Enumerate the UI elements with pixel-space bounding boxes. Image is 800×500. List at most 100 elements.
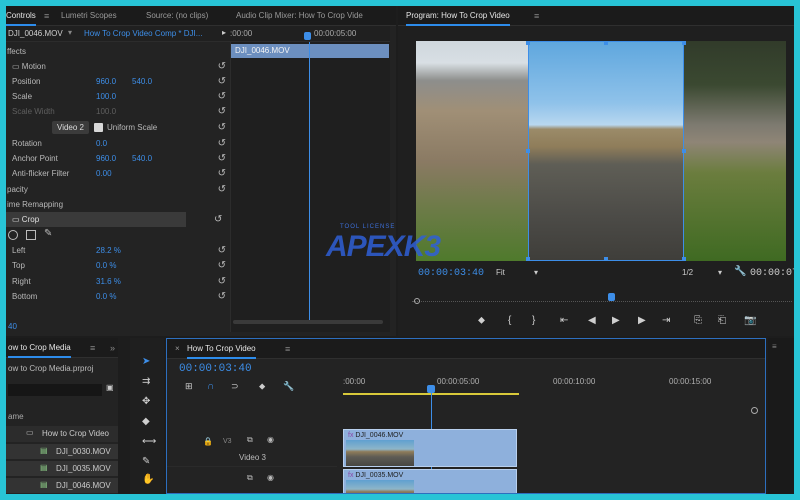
- crop-left-value[interactable]: 28.2 %: [96, 243, 121, 258]
- timeline-clip[interactable]: fx DJI_0035.MOV: [343, 469, 517, 493]
- go-to-out-icon[interactable]: ⇥: [662, 315, 670, 326]
- menu-icon[interactable]: ≡: [90, 338, 95, 358]
- reset-icon[interactable]: ↺: [218, 59, 226, 74]
- timeline-ruler[interactable]: :00:00 00:00:05:00 00:00:10:00 00:00:15:…: [343, 365, 763, 395]
- crop-handle[interactable]: [526, 149, 530, 153]
- reset-icon[interactable]: ↺: [218, 289, 226, 304]
- uniform-scale-checkbox[interactable]: [94, 123, 103, 132]
- list-item[interactable]: ▤ DJI_0035.MOV: [6, 461, 118, 476]
- time-remapping-row[interactable]: ime Remapping: [6, 197, 230, 212]
- timeline-timecode[interactable]: 00:00:03:40: [179, 363, 252, 375]
- tab-sequence[interactable]: How To Crop Video: [187, 339, 256, 359]
- step-forward-icon[interactable]: ▶: [638, 315, 646, 326]
- step-back-icon[interactable]: ◀: [588, 315, 596, 326]
- crop-handle[interactable]: [682, 149, 686, 153]
- camera-icon[interactable]: 📷: [744, 315, 756, 326]
- menu-icon[interactable]: ≡: [44, 6, 49, 26]
- lock-icon[interactable]: 🔒: [203, 437, 213, 446]
- wrench-icon[interactable]: 🔧: [734, 266, 746, 277]
- crop-bottom-value[interactable]: 0.0 %: [96, 289, 116, 304]
- flicker-value[interactable]: 0.00: [96, 166, 112, 181]
- tab-program[interactable]: Program: How To Crop Video: [406, 6, 510, 26]
- reset-icon[interactable]: ↺: [218, 166, 226, 181]
- razor-tool-icon[interactable]: ◆: [142, 416, 150, 427]
- nest-icon[interactable]: ⊞: [185, 381, 193, 392]
- mark-out-icon[interactable]: }: [532, 315, 535, 326]
- hand-tool-icon[interactable]: ✋: [142, 474, 154, 485]
- crop-top-value[interactable]: 0.0 %: [96, 258, 116, 273]
- close-icon[interactable]: ×: [175, 344, 180, 353]
- linked-selection-icon[interactable]: ⊃: [231, 381, 239, 392]
- settings-wrench-icon[interactable]: 🔧: [283, 381, 294, 392]
- reset-icon[interactable]: ↺: [218, 274, 226, 289]
- crop-row[interactable]: ▭ Crop: [6, 212, 186, 227]
- slip-tool-icon[interactable]: ⟷: [142, 436, 156, 447]
- go-to-in-icon[interactable]: ⇤: [560, 315, 568, 326]
- ellipse-mask-icon[interactable]: [8, 230, 18, 240]
- clip-selector[interactable]: DJI_0046.MOV ▾ How To Crop Video Comp * …: [6, 26, 230, 42]
- list-item[interactable]: ▤ DJI_0046.MOV: [6, 478, 118, 493]
- tab-effect-controls[interactable]: Controls: [6, 6, 36, 26]
- program-video-frame[interactable]: [416, 41, 786, 261]
- menu-icon[interactable]: ≡: [285, 339, 290, 359]
- play-icon[interactable]: ▶: [612, 315, 620, 326]
- reset-icon[interactable]: ↺: [218, 151, 226, 166]
- track-header-v3[interactable]: 🔒 V3 ⧉ ◉ Video 3: [167, 431, 337, 467]
- rotation-value[interactable]: 0.0: [96, 136, 107, 151]
- track-header-v2[interactable]: ⧉ ◉: [167, 469, 337, 493]
- menu-icon[interactable]: ≡: [534, 6, 539, 26]
- selection-tool-icon[interactable]: ➤: [142, 356, 150, 367]
- scale-value[interactable]: 100.0: [96, 89, 116, 104]
- tab-lumetri-scopes[interactable]: Lumetri Scopes: [61, 6, 117, 26]
- position-x[interactable]: 960.0: [96, 74, 116, 89]
- sync-lock-icon[interactable]: ⧉: [247, 435, 253, 445]
- expand-icon[interactable]: »: [110, 338, 115, 358]
- timeline-playhead[interactable]: [427, 385, 435, 393]
- add-marker-icon[interactable]: ⬥: [259, 381, 265, 392]
- eye-icon[interactable]: ◉: [267, 473, 274, 482]
- reset-icon[interactable]: ↺: [218, 74, 226, 89]
- pen-tool-icon[interactable]: ✎: [142, 456, 150, 467]
- playhead-marker[interactable]: [304, 32, 311, 40]
- panel-menu-icon[interactable]: ≡: [772, 342, 777, 351]
- marker-icon[interactable]: ⬥: [478, 315, 485, 326]
- resolution-dropdown[interactable]: 1/2 ▾: [682, 268, 722, 281]
- program-timecode[interactable]: 00:00:03:40: [418, 268, 484, 279]
- source-clip-name[interactable]: DJI_0046.MOV: [8, 29, 63, 38]
- tab-audio-clip-mixer[interactable]: Audio Clip Mixer: How To Crop Vide: [236, 6, 363, 26]
- timeline-clip[interactable]: fx DJI_0046.MOV: [343, 429, 517, 467]
- track-select-icon[interactable]: ⇉: [142, 376, 150, 387]
- overwrite-icon[interactable]: ⎗: [718, 315, 726, 326]
- chevron-down-icon[interactable]: ▾: [68, 28, 72, 37]
- video-button[interactable]: Video 2: [52, 121, 89, 134]
- crop-handle[interactable]: [526, 257, 530, 261]
- crop-handle[interactable]: [682, 257, 686, 261]
- snap-icon[interactable]: ∩: [207, 381, 214, 392]
- anchor-y[interactable]: 540.0: [132, 151, 152, 166]
- crop-right-value[interactable]: 31.6 %: [96, 274, 121, 289]
- mark-in-icon[interactable]: {: [508, 315, 511, 326]
- reset-icon[interactable]: ↺: [218, 258, 226, 273]
- pen-mask-icon[interactable]: ✎: [44, 228, 52, 239]
- sequence-clip-name[interactable]: How To Crop Video Comp * DJI...: [84, 29, 202, 38]
- ripple-edit-icon[interactable]: ✥: [142, 396, 150, 407]
- timeline-scrollbar[interactable]: [751, 399, 759, 489]
- reset-icon[interactable]: ↺: [218, 136, 226, 151]
- fit-dropdown[interactable]: Fit ▾: [496, 268, 542, 281]
- scrubber-start-knob[interactable]: [414, 298, 420, 304]
- play-only-icon[interactable]: ▸: [222, 28, 226, 37]
- project-search-input[interactable]: [8, 384, 102, 396]
- crop-handle[interactable]: [526, 41, 530, 45]
- reset-icon[interactable]: ↺: [218, 120, 226, 135]
- scroll-knob[interactable]: [751, 407, 758, 414]
- rectangle-mask-icon[interactable]: [26, 230, 36, 240]
- new-bin-icon[interactable]: ▣: [106, 383, 114, 392]
- ec-scrollbar[interactable]: [233, 320, 383, 324]
- reset-icon[interactable]: ↺: [218, 89, 226, 104]
- crop-handle[interactable]: [604, 257, 608, 261]
- column-header-name[interactable]: ame: [8, 412, 24, 421]
- reset-icon[interactable]: ↺: [218, 104, 226, 119]
- crop-handle[interactable]: [682, 41, 686, 45]
- eye-icon[interactable]: ◉: [267, 435, 274, 444]
- insert-icon[interactable]: ⎘: [694, 315, 702, 326]
